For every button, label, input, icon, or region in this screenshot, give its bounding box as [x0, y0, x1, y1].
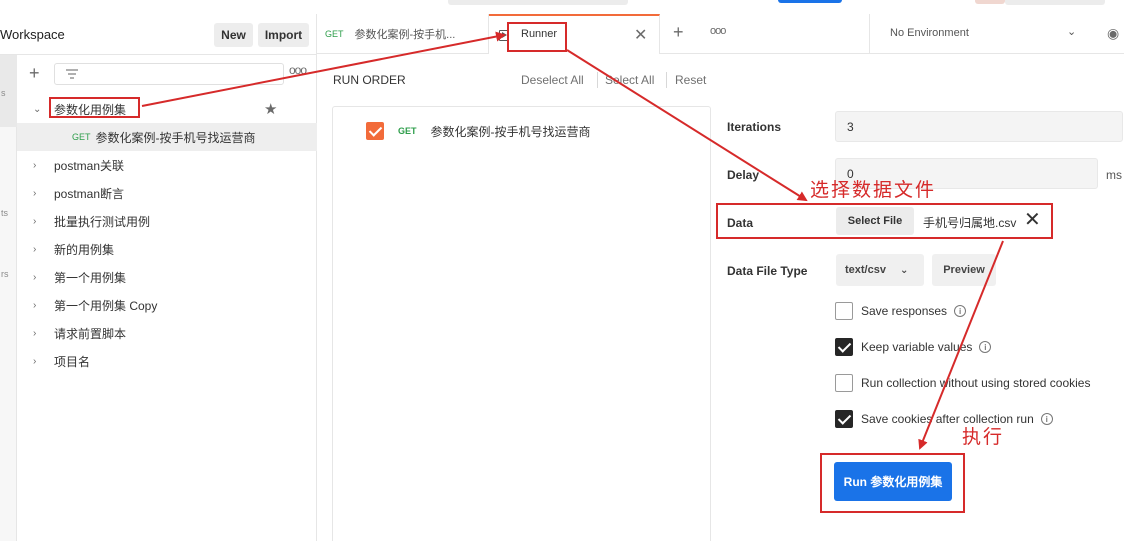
tab-request[interactable]: GET 参数化案例-按手机...	[317, 14, 489, 54]
plus-icon[interactable]: +	[29, 64, 40, 82]
star-icon[interactable]: ★	[264, 100, 277, 118]
sidebar-header: Workspace New Import	[0, 14, 317, 55]
delay-label: Delay	[727, 168, 760, 182]
collection-item[interactable]: › 项目名	[17, 347, 317, 375]
save-responses-checkbox[interactable]	[835, 302, 853, 320]
annotation-box-runner-tab	[507, 22, 567, 52]
save-cookies-checkbox[interactable]	[835, 410, 853, 428]
data-file-type-select[interactable]: text/csv ⌄	[836, 254, 924, 286]
annotation-box-run	[820, 453, 965, 513]
filter-icon	[66, 69, 78, 79]
filter-input[interactable]	[54, 63, 284, 85]
environment-select[interactable]: No Environment ⌄	[869, 14, 1099, 54]
chevron-right-icon[interactable]: ›	[33, 244, 45, 255]
request-item[interactable]: GET 参数化案例-按手机号找运营商	[17, 123, 317, 151]
chevron-right-icon[interactable]: ›	[33, 272, 45, 283]
close-icon[interactable]: ✕	[634, 25, 647, 45]
chevron-right-icon[interactable]: ›	[33, 356, 45, 367]
collection-item[interactable]: › 第一个用例集	[17, 263, 317, 291]
rail-item-collections[interactable]: s	[1, 88, 6, 98]
more-options-icon[interactable]: ooo	[710, 25, 726, 37]
reset-link[interactable]: Reset	[675, 73, 706, 87]
eye-icon[interactable]: ◉	[1107, 25, 1119, 42]
chevron-right-icon[interactable]: ›	[33, 216, 45, 227]
delay-unit: ms	[1106, 168, 1122, 182]
select-all-link[interactable]: Select All	[605, 73, 654, 87]
run-order-title: RUN ORDER	[333, 73, 406, 87]
run-without-cookies-option[interactable]: Run collection without using stored cook…	[835, 374, 1090, 392]
icon-rail: s ts rs	[0, 55, 17, 541]
chevron-right-icon[interactable]: ›	[33, 300, 45, 311]
collection-item[interactable]: › postman关联	[17, 151, 317, 179]
run-order-checkbox[interactable]	[366, 122, 384, 140]
run-order-panel: GET 参数化案例-按手机号找运营商	[332, 106, 711, 541]
import-button[interactable]: Import	[258, 23, 309, 47]
info-icon[interactable]: i	[1040, 413, 1053, 425]
rail-item-monitors[interactable]: rs	[1, 269, 9, 279]
collection-tree: ⌄ 参数化用例集 ★ GET 参数化案例-按手机号找运营商 › postman关联…	[17, 95, 317, 375]
collection-item[interactable]: › 请求前置脚本	[17, 319, 317, 347]
top-strip	[0, 0, 1124, 14]
add-tab-icon[interactable]: +	[673, 22, 684, 43]
collection-item[interactable]: › 批量执行测试用例	[17, 207, 317, 235]
workspace-title: Workspace	[0, 27, 65, 42]
method-badge: GET	[398, 126, 417, 136]
keep-variable-values-option[interactable]: Keep variable values i	[835, 338, 992, 356]
collection-item[interactable]: › postman断言	[17, 179, 317, 207]
deselect-all-link[interactable]: Deselect All	[521, 73, 584, 87]
chevron-right-icon[interactable]: ›	[33, 328, 45, 339]
iterations-input[interactable]: 3	[835, 111, 1123, 142]
keep-variable-values-checkbox[interactable]	[835, 338, 853, 356]
save-cookies-option[interactable]: Save cookies after collection run i	[835, 410, 1053, 428]
annotation-select-data-file: 选择数据文件	[810, 179, 937, 201]
tab-bar: GET 参数化案例-按手机... Runner ✕ + ooo No Envir…	[317, 14, 1124, 54]
data-file-type-label: Data File Type	[727, 264, 808, 278]
chevron-right-icon[interactable]: ›	[33, 188, 45, 199]
chevron-down-icon: ⌄	[899, 264, 909, 276]
annotation-box-collection	[49, 97, 140, 118]
preview-button[interactable]: Preview	[932, 254, 996, 286]
chevron-down-icon: ⌄	[1067, 26, 1077, 38]
collection-item[interactable]: › 新的用例集	[17, 235, 317, 263]
more-options-icon[interactable]: ooo	[289, 63, 307, 77]
iterations-label: Iterations	[727, 120, 782, 134]
annotation-box-data	[716, 203, 1053, 239]
chevron-right-icon[interactable]: ›	[33, 160, 45, 171]
run-order-item[interactable]: GET 参数化案例-按手机号找运营商	[366, 122, 591, 140]
collection-item[interactable]: › 第一个用例集 Copy	[17, 291, 317, 319]
info-icon[interactable]: i	[979, 341, 992, 353]
info-icon[interactable]: i	[954, 305, 967, 317]
rail-item-environments[interactable]: ts	[1, 208, 8, 218]
annotation-execute: 执行	[962, 426, 1005, 448]
method-badge: GET	[72, 132, 91, 142]
save-responses-option[interactable]: Save responses i	[835, 302, 967, 320]
chevron-down-icon[interactable]: ⌄	[33, 104, 45, 115]
collections-sidebar: + ooo ⌄ 参数化用例集 ★ GET 参数化案例-按手机号找运营商 › pos…	[17, 55, 317, 541]
run-without-cookies-checkbox[interactable]	[835, 374, 853, 392]
method-badge: GET	[325, 29, 344, 39]
new-button[interactable]: New	[214, 23, 253, 47]
